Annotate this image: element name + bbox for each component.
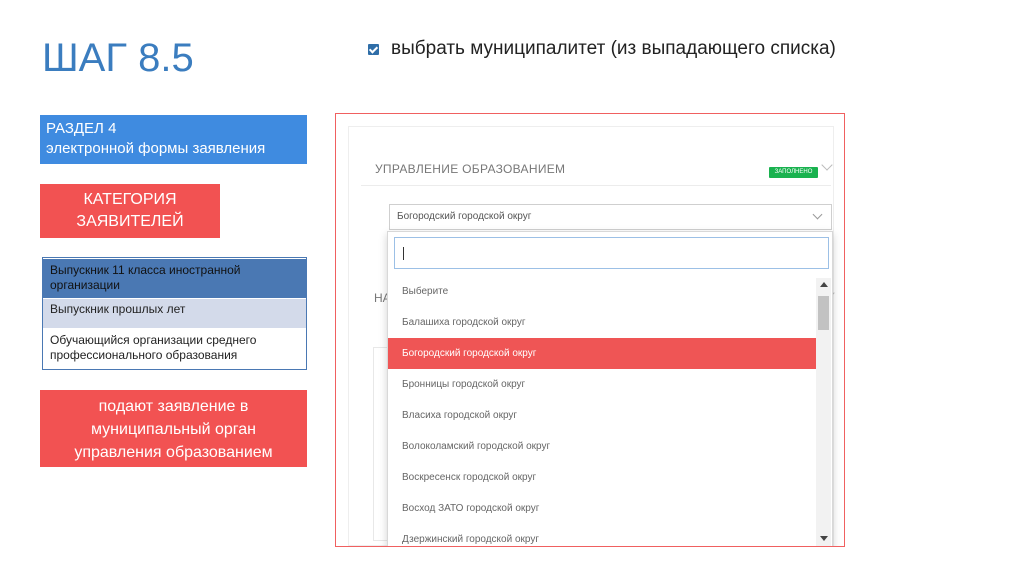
section-box: РАЗДЕЛ 4 электронной формы заявления — [40, 115, 307, 164]
select-value: Богородский городской округ — [397, 211, 532, 222]
dropdown-option[interactable]: Власиха городской округ — [388, 400, 817, 431]
instruction: выбрать муниципалитет (из выпадающего сп… — [368, 38, 836, 60]
scrollbar-thumb[interactable] — [818, 296, 829, 330]
collapse-chevron-icon[interactable] — [821, 159, 833, 171]
instruction-text: выбрать муниципалитет (из выпадающего сп… — [391, 38, 836, 59]
section-number: РАЗДЕЛ 4 — [46, 120, 117, 137]
slide-title: ШАГ 8.5 — [42, 36, 194, 80]
dropdown-option[interactable]: Волоколамский городской округ — [388, 431, 817, 462]
dropdown-option[interactable]: Балашиха городской округ — [388, 307, 817, 338]
checkbox-icon — [368, 43, 379, 55]
dropdown-option[interactable]: Воскресенск городской округ — [388, 462, 817, 493]
applicant-table: Выпускник 11 класса иностранной организа… — [42, 257, 307, 370]
status-badge: ЗАПОЛНЕНО — [769, 167, 818, 178]
submit-line-2: муниципальный орган — [90, 421, 257, 438]
option-list: Выберите Балашиха городской округ Богородс… — [388, 276, 817, 546]
divider — [361, 185, 831, 186]
triangle-up-icon[interactable] — [820, 282, 828, 287]
submit-line-1: подают заявление в — [98, 398, 249, 415]
municipality-dropdown: Выберите Балашиха городской округ Богородс… — [387, 231, 833, 546]
applicant-row: Выпускник прошлых лет — [43, 298, 306, 328]
scrollbar[interactable] — [816, 278, 831, 546]
section-caption: электронной формы заявления — [46, 140, 266, 157]
form-panel: УПРАВЛЕНИЕ ОБРАЗОВАНИЕМ ЗАПОЛНЕНО Богоро… — [348, 126, 835, 546]
text-cursor — [403, 247, 404, 260]
form-screenshot: УПРАВЛЕНИЕ ОБРАЗОВАНИЕМ ЗАПОЛНЕНО Богоро… — [335, 113, 845, 547]
chevron-down-icon — [812, 209, 823, 220]
dropdown-option[interactable]: Бронницы городской округ — [388, 369, 817, 400]
form-section-heading: УПРАВЛЕНИЕ ОБРАЗОВАНИЕМ — [375, 162, 566, 176]
dropdown-option[interactable]: Дзержинский городской округ — [388, 524, 817, 546]
category-line-2: ЗАЯВИТЕЛЕЙ — [76, 213, 184, 230]
dropdown-search-input[interactable] — [394, 237, 829, 269]
category-line-1: КАТЕГОРИЯ — [83, 191, 177, 208]
submit-line-3: управления образованием — [74, 444, 273, 461]
applicant-row: Обучающийся организации среднего професс… — [43, 328, 306, 369]
applicant-row: Выпускник 11 класса иностранной организа… — [43, 258, 306, 298]
dropdown-option[interactable]: Восход ЗАТО городской округ — [388, 493, 817, 524]
municipality-select[interactable]: Богородский городской округ — [389, 204, 832, 230]
category-box: КАТЕГОРИЯ ЗАЯВИТЕЛЕЙ — [40, 184, 220, 238]
triangle-down-icon[interactable] — [820, 536, 828, 541]
dropdown-option[interactable]: Выберите — [388, 276, 817, 307]
dropdown-option[interactable]: Богородский городской округ — [388, 338, 817, 369]
submit-info-box: подают заявление в муниципальный орган у… — [40, 390, 307, 467]
